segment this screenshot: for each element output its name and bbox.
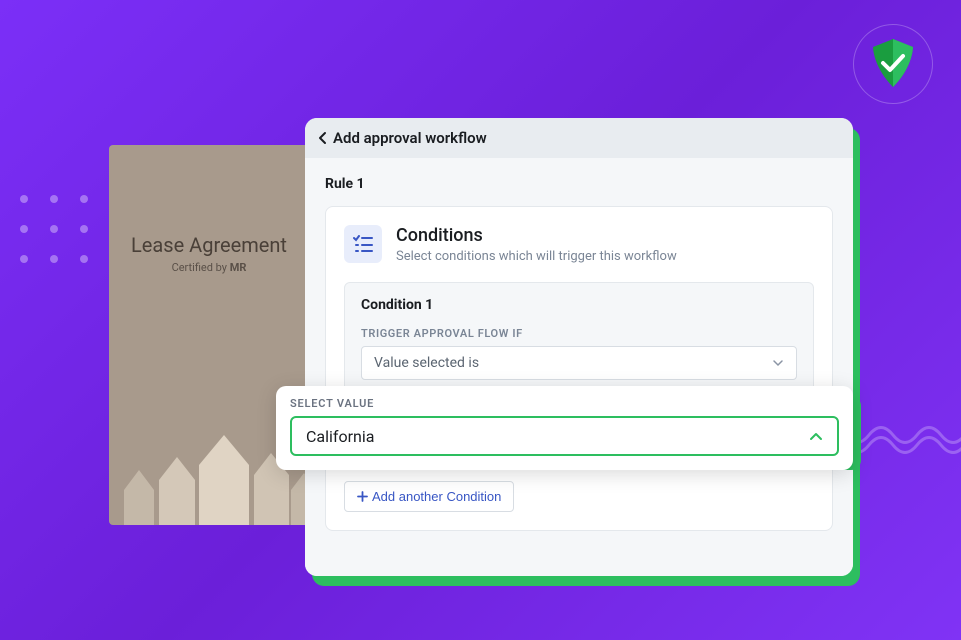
select-value-label: SELECT VALUE	[290, 397, 839, 410]
document-title: Lease Agreement	[109, 233, 309, 257]
conditions-card: Conditions Select conditions which will …	[325, 206, 833, 531]
select-value-popup: SELECT VALUE California	[276, 386, 853, 470]
trigger-label: TRIGGER APPROVAL FLOW IF	[361, 327, 797, 340]
workflow-modal: Add approval workflow Rule 1 Conditions	[305, 118, 853, 576]
chevron-left-icon	[317, 131, 329, 145]
condition-label: Condition 1	[361, 297, 797, 313]
select-value-text: California	[306, 427, 374, 446]
chevron-down-icon	[772, 359, 784, 367]
conditions-title: Conditions	[396, 225, 677, 247]
chevron-up-icon	[809, 432, 823, 441]
conditions-header: Conditions Select conditions which will …	[344, 225, 814, 264]
trigger-selected-value: Value selected is	[374, 355, 479, 371]
security-shield-badge	[853, 24, 933, 104]
plus-icon	[357, 491, 368, 502]
trigger-select[interactable]: Value selected is	[361, 346, 797, 380]
rule-title: Rule 1	[325, 176, 833, 192]
conditions-subtitle: Select conditions which will trigger thi…	[396, 249, 677, 264]
modal-title: Add approval workflow	[333, 129, 487, 147]
modal-header[interactable]: Add approval workflow	[305, 118, 853, 158]
modal-body: Rule 1 Conditions Select conditions whic…	[305, 158, 853, 576]
checklist-icon	[353, 235, 373, 253]
shield-icon	[869, 37, 917, 91]
add-condition-label: Add another Condition	[372, 489, 501, 504]
document-subtitle: Certified by MR	[109, 261, 309, 274]
add-condition-button[interactable]: Add another Condition	[344, 481, 514, 512]
conditions-icon	[344, 225, 382, 263]
select-value-input[interactable]: California	[290, 416, 839, 456]
